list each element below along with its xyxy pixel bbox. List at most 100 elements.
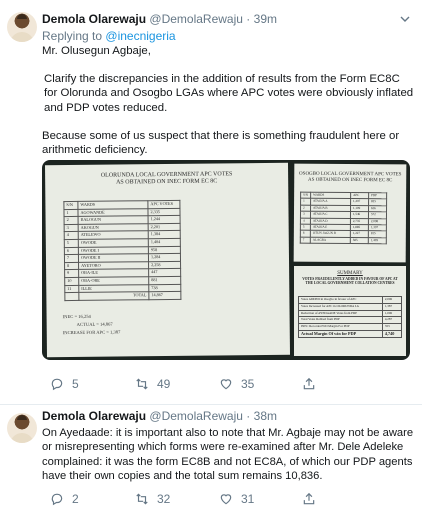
separator: ·: [246, 12, 251, 26]
table-cell: 10: [64, 277, 79, 286]
tweet-paragraph: Because some of us suspect that there is…: [42, 129, 400, 157]
table-cell: 2: [64, 216, 79, 225]
table-cell: Actual Margin Of win for PDP: [298, 329, 383, 338]
table-cell: Votes Increased for APC in OLORUNDA LG: [298, 302, 383, 311]
replying-to: Replying to @inecnigeria: [42, 29, 176, 43]
tweet-paragraph: On Ayedaade: it is important also to not…: [42, 427, 414, 483]
table-cell: 1,006: [381, 309, 403, 318]
summary-table: Votes ADDED in Osogbo in favour of APC 2,…: [298, 296, 403, 338]
table-cell: 4,740: [381, 329, 403, 338]
chevron-down-icon[interactable]: [400, 14, 410, 24]
table-row: Votes ADDED in Osogbo in favour of APC 2,…: [298, 296, 403, 304]
table-cell: 7: [300, 236, 311, 244]
olorunda-table: S/N WARDS APC VOTES 1 AGOWANDE 2,335 2 BALOG…: [63, 200, 181, 301]
table-cell: ALAGBA: [310, 237, 351, 244]
table-cell: Reduction of AYEDAADE Votes from PDP: [298, 309, 383, 318]
share-icon: [303, 492, 315, 505]
table-cell: INEC Recorded WD Margin For PDP: [298, 323, 383, 331]
retweet-icon: [136, 378, 148, 390]
table-row: Votes Increased for APC in OLORUNDA LG 1,…: [298, 302, 403, 311]
avatar-cap: [17, 415, 27, 420]
author-handle[interactable]: @DemolaRewaju: [149, 409, 243, 423]
reply-count: 5: [72, 377, 79, 391]
table-cell: 9: [64, 269, 79, 278]
retweet-button[interactable]: 32: [135, 489, 170, 509]
reply-button[interactable]: 2: [50, 489, 79, 509]
avatar-robe: [10, 32, 34, 42]
share-icon: [303, 377, 315, 390]
avatar-robe: [10, 433, 34, 443]
table-cell: [64, 292, 79, 301]
document-title: OLORUNDA LOCAL GOVERNMENT APC VOTES AS O…: [45, 171, 288, 188]
table-cell: 353: [381, 323, 403, 331]
table-total-row: TOTAL 14,867: [64, 291, 181, 301]
osogbo-document-image[interactable]: OSOGBO LOCAL GOVERNMENT APC VOTES AS OBT…: [293, 163, 407, 263]
table-cell: 585: [350, 237, 369, 244]
share-button[interactable]: [302, 489, 316, 509]
table-cell: 6: [64, 246, 79, 255]
avatar[interactable]: [7, 413, 37, 443]
timestamp[interactable]: 39m: [254, 12, 277, 26]
like-count: 31: [241, 492, 255, 506]
tweet[interactable]: Demola Olarewaju @DemolaRewaju · 39m Rep…: [0, 0, 422, 404]
table-cell: 4: [64, 231, 79, 240]
table-cell: 1,387: [381, 302, 403, 311]
table-row: Reduction of AYEDAADE Votes from PDP 1,00…: [298, 309, 403, 318]
reply-icon: [51, 493, 63, 506]
heart-icon: [220, 494, 232, 505]
avatar[interactable]: [7, 12, 37, 42]
like-button[interactable]: 35: [219, 374, 254, 394]
osogbo-table: S/N WARDS APC PDP 1 ATAOJA A 1,497 825 2 ATAO…: [300, 192, 387, 245]
heart-icon: [220, 379, 232, 390]
table-cell: Total Votes Robbed from PDP: [298, 316, 383, 325]
like-button[interactable]: 31: [219, 489, 254, 509]
reply-button[interactable]: 5: [50, 374, 79, 394]
reply-to-link[interactable]: @inecnigeria: [105, 29, 175, 43]
handwritten-notes: INEC = 16,254 ACTUAL = 14,867 INCREASE F…: [63, 312, 121, 337]
olorunda-document-image[interactable]: OLORUNDA LOCAL GOVERNMENT APC VOTES AS O…: [45, 162, 290, 358]
table-row: INEC Recorded WD Margin For PDP 353: [298, 323, 403, 331]
table-cell: 7: [64, 254, 79, 263]
table-cell: Votes ADDED in Osogbo in favour of APC: [298, 296, 383, 304]
table-cell: 1: [63, 209, 79, 217]
summary-document-image[interactable]: SUMMARY VOTES FRAUDULENTLY ADDED IN FAVO…: [294, 266, 406, 356]
tweet-text: Mr. Olusegun Agbaje, Clarify the discrep…: [42, 44, 414, 171]
avatar-cap: [17, 14, 27, 19]
table-cell: 3: [64, 224, 79, 232]
document-title-line: AS OBTAINED ON INEC FORM EC 8C: [116, 178, 218, 186]
document-title-line: AS OBTAINED ON INEC FORM EC 8C: [308, 177, 393, 184]
author-name[interactable]: Demola Olarewaju: [42, 409, 146, 423]
reply-count: 2: [72, 492, 79, 506]
reply-prefix: Replying to: [42, 29, 103, 43]
table-cell: 1,409: [368, 237, 387, 245]
like-count: 35: [241, 377, 255, 391]
summary-heading: VOTES FRAUDULENTLY ADDED IN FAVOUR OF AP…: [302, 277, 398, 286]
retweet-icon: [136, 493, 148, 505]
tweet-media[interactable]: OLORUNDA LOCAL GOVERNMENT APC VOTES AS O…: [42, 160, 410, 360]
table-cell: 2,006: [381, 296, 403, 304]
table-cell: 11: [64, 284, 79, 293]
author-handle[interactable]: @DemolaRewaju: [149, 12, 243, 26]
tweet[interactable]: Demola Olarewaju @DemolaRewaju · 38m On …: [0, 404, 422, 512]
reply-icon: [51, 378, 63, 391]
note-line: INCREASE FOR APC = 1,387: [62, 329, 121, 336]
table-cell: 8: [64, 262, 79, 270]
table-cell: 14,867: [148, 291, 181, 300]
tweet-text: On Ayedaade: it is important also to not…: [42, 426, 414, 498]
retweet-button[interactable]: 49: [135, 374, 170, 394]
table-row: Total Votes Robbed from PDP 4,287: [298, 316, 403, 325]
timestamp[interactable]: 38m: [254, 409, 277, 423]
table-cell: 4,287: [381, 316, 403, 325]
tweet-actions: 2 32 31: [42, 489, 412, 509]
table-cell: TOTAL: [78, 291, 149, 301]
summary-title: SUMMARY: [337, 271, 363, 276]
tweet-paragraph: Clarify the discrepancies in the additio…: [44, 73, 414, 114]
table-header: S/N: [63, 201, 78, 210]
retweet-count: 49: [157, 377, 171, 391]
tweet-paragraph: Mr. Olusegun Agbaje,: [42, 45, 151, 57]
tweet-header: Demola Olarewaju @DemolaRewaju · 38m: [42, 409, 277, 423]
author-name[interactable]: Demola Olarewaju: [42, 12, 146, 26]
table-cell: 5: [64, 239, 79, 248]
tweet-header: Demola Olarewaju @DemolaRewaju · 39m: [42, 12, 277, 26]
share-button[interactable]: [302, 374, 316, 394]
